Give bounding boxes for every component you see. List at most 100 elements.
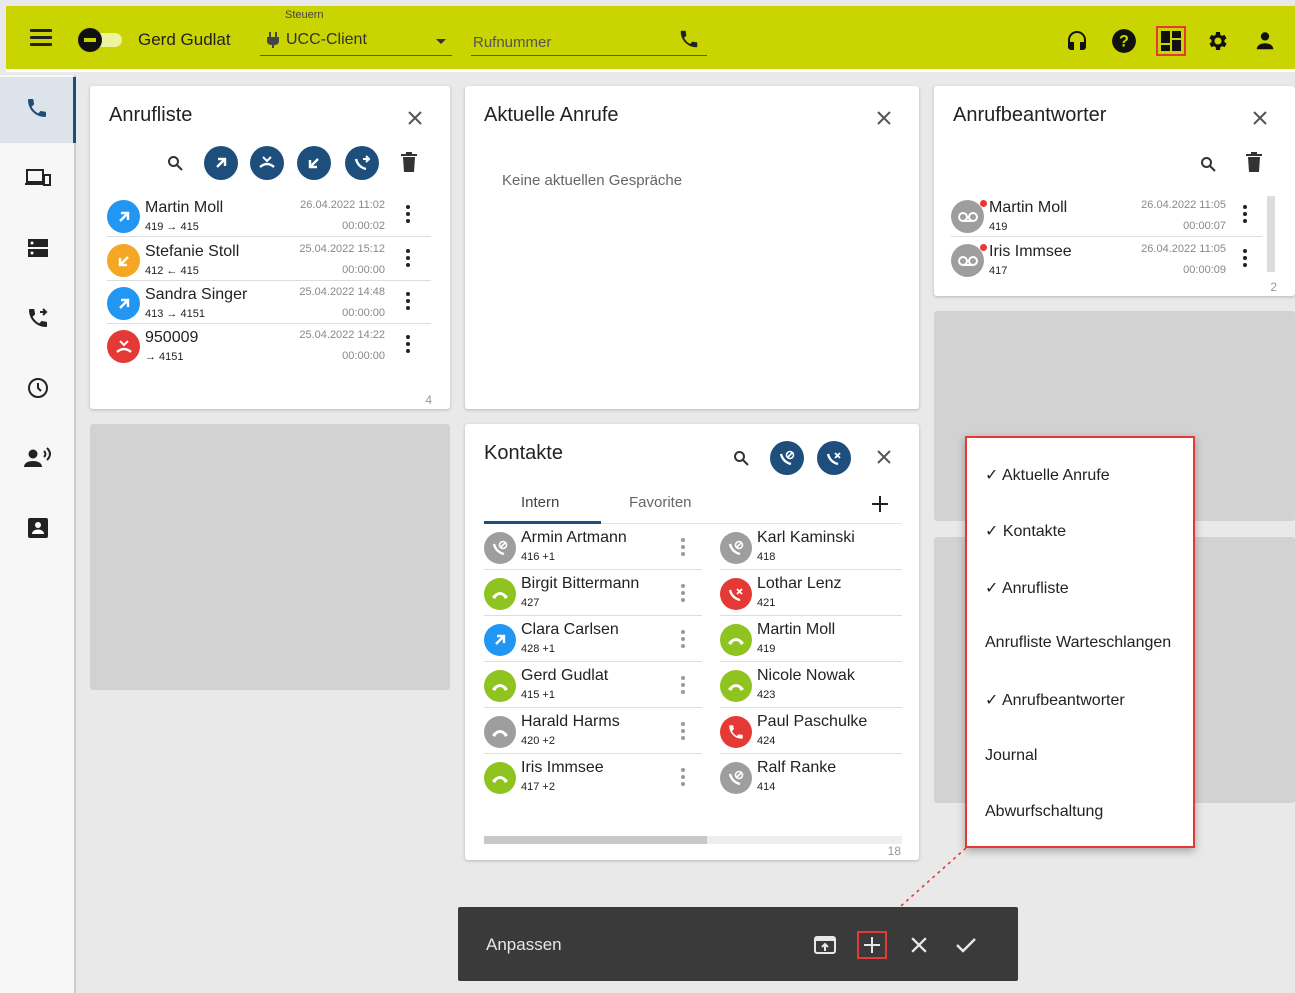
call-duration: 00:00:00 <box>342 307 385 319</box>
menu-item-abwurfschaltung[interactable]: Abwurfschaltung <box>985 803 1103 821</box>
add-icon[interactable] <box>868 492 892 516</box>
tab-favoriten[interactable]: Favoriten <box>629 494 692 511</box>
contact-item[interactable]: Clara Carlsen 428 +1 <box>484 616 702 662</box>
search-icon[interactable] <box>729 446 753 470</box>
layout-icon[interactable] <box>1156 26 1186 56</box>
call-list-row[interactable]: Sandra Singer 413 → 4151 25.04.2022 14:4… <box>107 281 431 324</box>
dnd-status-icon <box>720 532 752 564</box>
call-list-row[interactable]: 950009 → 4151 25.04.2022 14:22 00:00:00 <box>107 324 431 367</box>
offline-phone-icon <box>484 716 516 748</box>
anrufliste-count: 4 <box>425 393 432 407</box>
close-icon[interactable] <box>872 445 896 469</box>
more-options-icon[interactable] <box>679 536 687 558</box>
scrollbar[interactable] <box>1267 196 1275 272</box>
more-options-icon[interactable] <box>679 720 687 742</box>
search-icon[interactable] <box>1196 152 1220 176</box>
cancel-icon[interactable] <box>904 931 934 959</box>
menu-item-journal[interactable]: Journal <box>985 747 1037 765</box>
top-bar: Gerd Gudlat Steuern UCC-Client ? <box>6 6 1295 72</box>
sidebar-item-phone[interactable] <box>0 77 76 143</box>
horizontal-scrollbar[interactable] <box>484 836 902 844</box>
contact-item[interactable]: Karl Kaminski 418 <box>720 524 902 570</box>
menu-item-anrufliste[interactable]: ✓ Anrufliste <box>985 578 1069 598</box>
more-options-icon[interactable] <box>679 628 687 650</box>
filter-outgoing-button[interactable] <box>204 146 238 180</box>
client-select-value: UCC-Client <box>286 31 367 48</box>
close-icon[interactable] <box>403 106 427 130</box>
caller-name: 950009 <box>145 329 199 346</box>
filter-dnd-button[interactable] <box>770 441 804 475</box>
user-name: Gerd Gudlat <box>138 30 231 49</box>
confirm-check-icon[interactable] <box>951 931 981 959</box>
filter-busy-button[interactable] <box>817 441 851 475</box>
settings-gear-icon[interactable] <box>1203 26 1233 56</box>
call-duration: 00:00:02 <box>342 220 385 232</box>
menu-item-anrufliste-warteschlangen[interactable]: Anrufliste Warteschlangen <box>985 634 1171 652</box>
contact-item[interactable]: Paul Paschulke 424 <box>720 708 902 754</box>
close-icon[interactable] <box>1248 106 1272 130</box>
more-options-icon[interactable] <box>679 766 687 788</box>
more-options-icon[interactable] <box>679 582 687 604</box>
caller-ext: 419 <box>989 221 1008 233</box>
contact-item[interactable]: Lothar Lenz 421 <box>720 570 902 616</box>
trash-icon[interactable] <box>1242 150 1266 174</box>
contact-item[interactable]: Armin Artmann 416 +1 <box>484 524 702 570</box>
voicemail-row[interactable]: Iris Immsee 417 26.04.2022 11:05 00:00:0… <box>951 238 1262 281</box>
sidebar-item-contact-card[interactable] <box>0 497 76 563</box>
contact-ext: 415 +1 <box>521 689 555 701</box>
filter-forwarded-button[interactable] <box>345 146 379 180</box>
phone-number-input[interactable] <box>471 24 707 56</box>
user-profile-icon[interactable] <box>1250 26 1280 56</box>
contact-item[interactable]: Gerd Gudlat 415 +1 <box>484 662 702 708</box>
client-select[interactable]: UCC-Client <box>260 24 452 56</box>
contact-item[interactable]: Birgit Bittermann 427 <box>484 570 702 616</box>
menu-item-aktuelle-anrufe[interactable]: ✓ Aktuelle Anrufe <box>985 465 1110 485</box>
more-options-icon[interactable] <box>1241 247 1249 269</box>
call-list-row[interactable]: Stefanie Stoll 412 ← 415 25.04.2022 15:1… <box>107 238 431 281</box>
add-widget-button[interactable] <box>857 931 887 959</box>
hamburger-menu-icon[interactable] <box>28 26 54 52</box>
menu-item-anrufbeantworter[interactable]: ✓ Anrufbeantworter <box>985 690 1125 710</box>
close-icon[interactable] <box>872 106 896 130</box>
contact-item[interactable]: Nicole Nowak 423 <box>720 662 902 708</box>
sidebar-item-history[interactable] <box>0 357 76 423</box>
more-options-icon[interactable] <box>679 674 687 696</box>
available-phone-icon <box>484 578 516 610</box>
svg-text:?: ? <box>1119 32 1129 50</box>
contact-ext: 427 <box>521 597 540 609</box>
caller-name: Iris Immsee <box>989 243 1072 260</box>
kontakte-card: Kontakte Intern Favoriten Armin Artmann … <box>465 424 919 860</box>
aktuelle-anrufe-title: Aktuelle Anrufe <box>484 104 619 126</box>
contact-item[interactable]: Martin Moll 419 <box>720 616 902 662</box>
call-list-row[interactable]: Martin Moll 419 → 415 26.04.2022 11:02 0… <box>107 194 431 237</box>
kontakte-title: Kontakte <box>484 442 563 464</box>
more-options-icon[interactable] <box>404 333 412 355</box>
contact-ext: 418 <box>757 551 776 563</box>
tab-intern[interactable]: Intern <box>521 494 559 511</box>
trash-icon[interactable] <box>397 150 421 174</box>
unread-dot <box>980 244 987 251</box>
contact-item[interactable]: Harald Harms 420 +2 <box>484 708 702 754</box>
sidebar-item-server[interactable] <box>0 217 76 283</box>
filter-incoming-button[interactable] <box>297 146 331 180</box>
more-options-icon[interactable] <box>404 247 412 269</box>
sidebar-item-call-forward[interactable] <box>0 287 76 353</box>
contact-item[interactable]: Ralf Ranke 414 <box>720 754 902 800</box>
export-layout-icon[interactable] <box>810 931 840 959</box>
dial-phone-icon[interactable] <box>678 28 702 52</box>
more-options-icon[interactable] <box>404 203 412 225</box>
more-options-icon[interactable] <box>404 290 412 312</box>
more-options-icon[interactable] <box>1241 203 1249 225</box>
menu-item-kontakte[interactable]: ✓ Kontakte <box>985 521 1066 541</box>
dnd-toggle[interactable] <box>78 28 122 52</box>
voice-icon <box>24 446 52 475</box>
scrollbar-thumb[interactable] <box>484 836 707 844</box>
help-icon[interactable]: ? <box>1109 26 1139 56</box>
voicemail-row[interactable]: Martin Moll 419 26.04.2022 11:05 00:00:0… <box>951 194 1262 237</box>
sidebar-item-voice[interactable] <box>0 427 76 493</box>
filter-missed-button[interactable] <box>250 146 284 180</box>
sidebar-item-devices[interactable] <box>0 147 76 213</box>
contact-item[interactable]: Iris Immsee 417 +2 <box>484 754 702 800</box>
search-icon[interactable] <box>163 151 187 175</box>
headset-icon[interactable] <box>1062 26 1092 56</box>
